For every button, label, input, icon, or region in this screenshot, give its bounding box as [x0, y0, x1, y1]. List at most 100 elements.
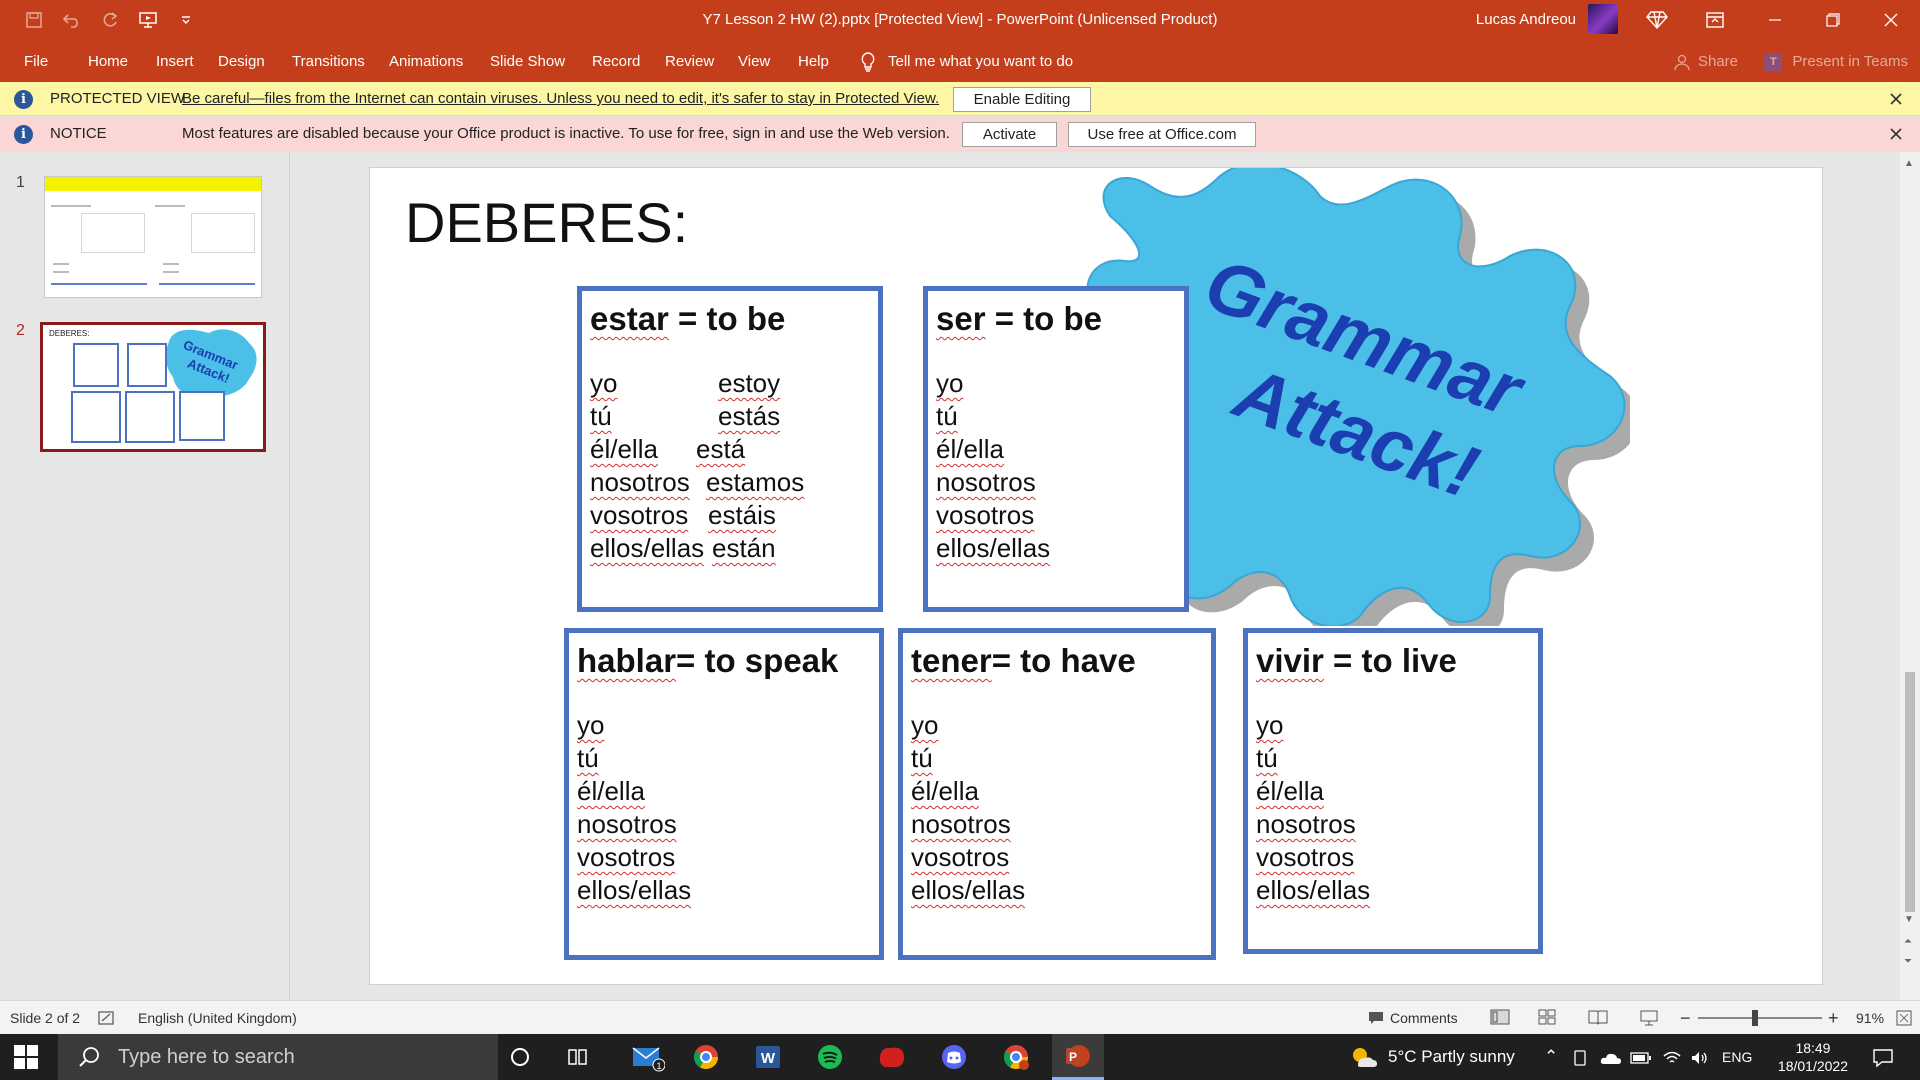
language-status[interactable]: English (United Kingdom): [138, 1001, 297, 1035]
zoom-slider[interactable]: [1698, 1017, 1822, 1019]
notifications-icon[interactable]: [1872, 1034, 1894, 1080]
device-icon[interactable]: [1572, 1034, 1588, 1080]
save-icon[interactable]: [22, 8, 46, 32]
mini-verb-box: [71, 391, 121, 443]
tab-review[interactable]: Review: [665, 40, 714, 84]
tab-home[interactable]: Home: [88, 40, 128, 84]
battery-icon[interactable]: [1630, 1034, 1652, 1080]
windows-start-icon[interactable]: [14, 1045, 38, 1069]
verb-box-title: tener= to have: [911, 642, 1136, 679]
tell-me-search[interactable]: Tell me what you want to do: [860, 40, 1073, 84]
windows-taskbar: Type here to search 1 W P 5°C Partly sun…: [0, 1034, 1920, 1080]
tab-animations[interactable]: Animations: [389, 40, 463, 84]
cortana-icon[interactable]: [494, 1034, 546, 1080]
show-hidden-icons-icon[interactable]: ⌃: [1544, 1034, 1558, 1080]
slide-thumbnail-1[interactable]: [44, 176, 262, 298]
share-button[interactable]: Share: [1674, 40, 1738, 84]
conjugation-row: tú: [936, 401, 958, 431]
verb-box-hablar[interactable]: hablar= to speak yo tú él/ella nosotros …: [564, 628, 884, 960]
undo-icon[interactable]: [60, 8, 84, 32]
mail-badge: 1: [656, 1061, 661, 1071]
comments-button[interactable]: Comments: [1368, 1001, 1458, 1035]
minimize-icon[interactable]: [1746, 0, 1804, 40]
tab-insert[interactable]: Insert: [156, 40, 194, 84]
close-icon[interactable]: [1886, 89, 1906, 109]
protected-view-message[interactable]: Be careful—files from the Internet can c…: [182, 82, 939, 116]
notice-bar: i NOTICE Most features are disabled beca…: [0, 117, 1920, 152]
zoom-slider-thumb[interactable]: [1752, 1010, 1758, 1026]
powerpoint-icon[interactable]: P: [1052, 1034, 1104, 1080]
mini-line: [53, 271, 69, 273]
verb-box-estar[interactable]: estar = to be yo estoy tú estás él/ella est…: [577, 286, 883, 612]
redo-icon[interactable]: [98, 8, 122, 32]
discord-icon[interactable]: [928, 1034, 980, 1080]
chrome-icon[interactable]: [680, 1034, 732, 1080]
slide-sorter-icon[interactable]: [1538, 1009, 1556, 1028]
weather-widget[interactable]: 5°C Partly sunny: [1350, 1034, 1515, 1080]
user-name[interactable]: Lucas Andreou: [1476, 0, 1576, 40]
user-avatar[interactable]: [1588, 4, 1618, 34]
scroll-down-icon[interactable]: ▼: [1904, 914, 1914, 925]
scrollbar-thumb[interactable]: [1905, 672, 1915, 912]
tab-help[interactable]: Help: [798, 40, 829, 84]
close-icon[interactable]: [1886, 124, 1906, 144]
slide-show-icon[interactable]: [1640, 1009, 1658, 1030]
vertical-scrollbar[interactable]: ▲ ▼ ⏶ ⏷: [1900, 152, 1920, 1000]
clock-date: 18/01/2022: [1777, 1058, 1848, 1074]
mini-line: [159, 283, 255, 285]
normal-view-icon[interactable]: [1490, 1009, 1510, 1028]
start-from-beginning-icon[interactable]: [136, 8, 160, 32]
tab-slide-show[interactable]: Slide Show: [490, 40, 565, 84]
customize-qat-icon[interactable]: [174, 8, 198, 32]
spotify-icon[interactable]: [804, 1034, 856, 1080]
slide-thumbnail-2[interactable]: DEBERES: Grammar Attack!: [40, 322, 266, 452]
wifi-icon[interactable]: [1662, 1034, 1682, 1080]
word-icon[interactable]: W: [742, 1034, 794, 1080]
verb-box-ser[interactable]: ser = to be yo tú él/ella nosotros vosot…: [923, 286, 1189, 612]
mini-line: [155, 205, 185, 207]
verb-box-vivir[interactable]: vivir = to live yo tú él/ella nosotros v…: [1243, 628, 1543, 954]
lightbulb-icon: [861, 52, 875, 72]
next-slide-icon[interactable]: ⏷: [1904, 956, 1912, 967]
mini-banner: [45, 177, 261, 191]
volume-icon[interactable]: [1690, 1034, 1710, 1080]
task-view-icon[interactable]: [552, 1034, 604, 1080]
tab-design[interactable]: Design: [218, 40, 265, 84]
system-clock[interactable]: 18:49 18/01/2022: [1778, 1039, 1848, 1075]
chrome-profile-icon[interactable]: [990, 1034, 1042, 1080]
input-language[interactable]: ENG: [1722, 1034, 1752, 1080]
conjugation-row: yo estoy: [590, 368, 781, 398]
zoom-in-icon[interactable]: +: [1828, 1001, 1839, 1035]
slide-title[interactable]: DEBERES:: [405, 190, 688, 255]
red-app-icon[interactable]: [866, 1034, 918, 1080]
zoom-level[interactable]: 91%: [1856, 1001, 1884, 1035]
diamond-icon[interactable]: [1644, 7, 1670, 33]
mail-app-icon[interactable]: 1: [622, 1034, 674, 1080]
activate-button[interactable]: Activate: [962, 122, 1057, 147]
tab-transitions[interactable]: Transitions: [292, 40, 365, 84]
tab-file[interactable]: File: [24, 40, 48, 84]
scroll-up-icon[interactable]: ▲: [1904, 158, 1914, 169]
tab-view[interactable]: View: [738, 40, 770, 84]
reading-view-icon[interactable]: [1588, 1009, 1608, 1028]
search-icon: [79, 1047, 99, 1067]
onedrive-icon[interactable]: [1600, 1034, 1622, 1080]
fit-slide-icon[interactable]: [1896, 1010, 1912, 1029]
tab-record[interactable]: Record: [592, 40, 640, 84]
accessibility-icon[interactable]: [98, 1011, 116, 1027]
present-in-teams-button[interactable]: T Present in Teams: [1764, 40, 1908, 84]
close-window-icon[interactable]: [1862, 0, 1920, 40]
zoom-out-icon[interactable]: −: [1680, 1001, 1691, 1035]
slide-canvas[interactable]: DEBERES: Grammar Attack! estar = to be y…: [369, 167, 1823, 985]
ribbon-display-options-icon[interactable]: [1702, 7, 1728, 33]
use-free-button[interactable]: Use free at Office.com: [1068, 122, 1256, 147]
restore-icon[interactable]: [1804, 0, 1862, 40]
conjugation-row: tú: [1256, 743, 1278, 773]
taskbar-search[interactable]: Type here to search: [58, 1034, 498, 1080]
partly-sunny-icon: [1353, 1048, 1377, 1067]
title-bar: Y7 Lesson 2 HW (2).pptx [Protected View]…: [0, 0, 1920, 40]
verb-box-title: estar = to be: [590, 300, 786, 337]
previous-slide-icon[interactable]: ⏶: [1904, 936, 1912, 947]
verb-box-tener[interactable]: tener= to have yo tú él/ella nosotros vo…: [898, 628, 1216, 960]
enable-editing-button[interactable]: Enable Editing: [953, 87, 1091, 112]
